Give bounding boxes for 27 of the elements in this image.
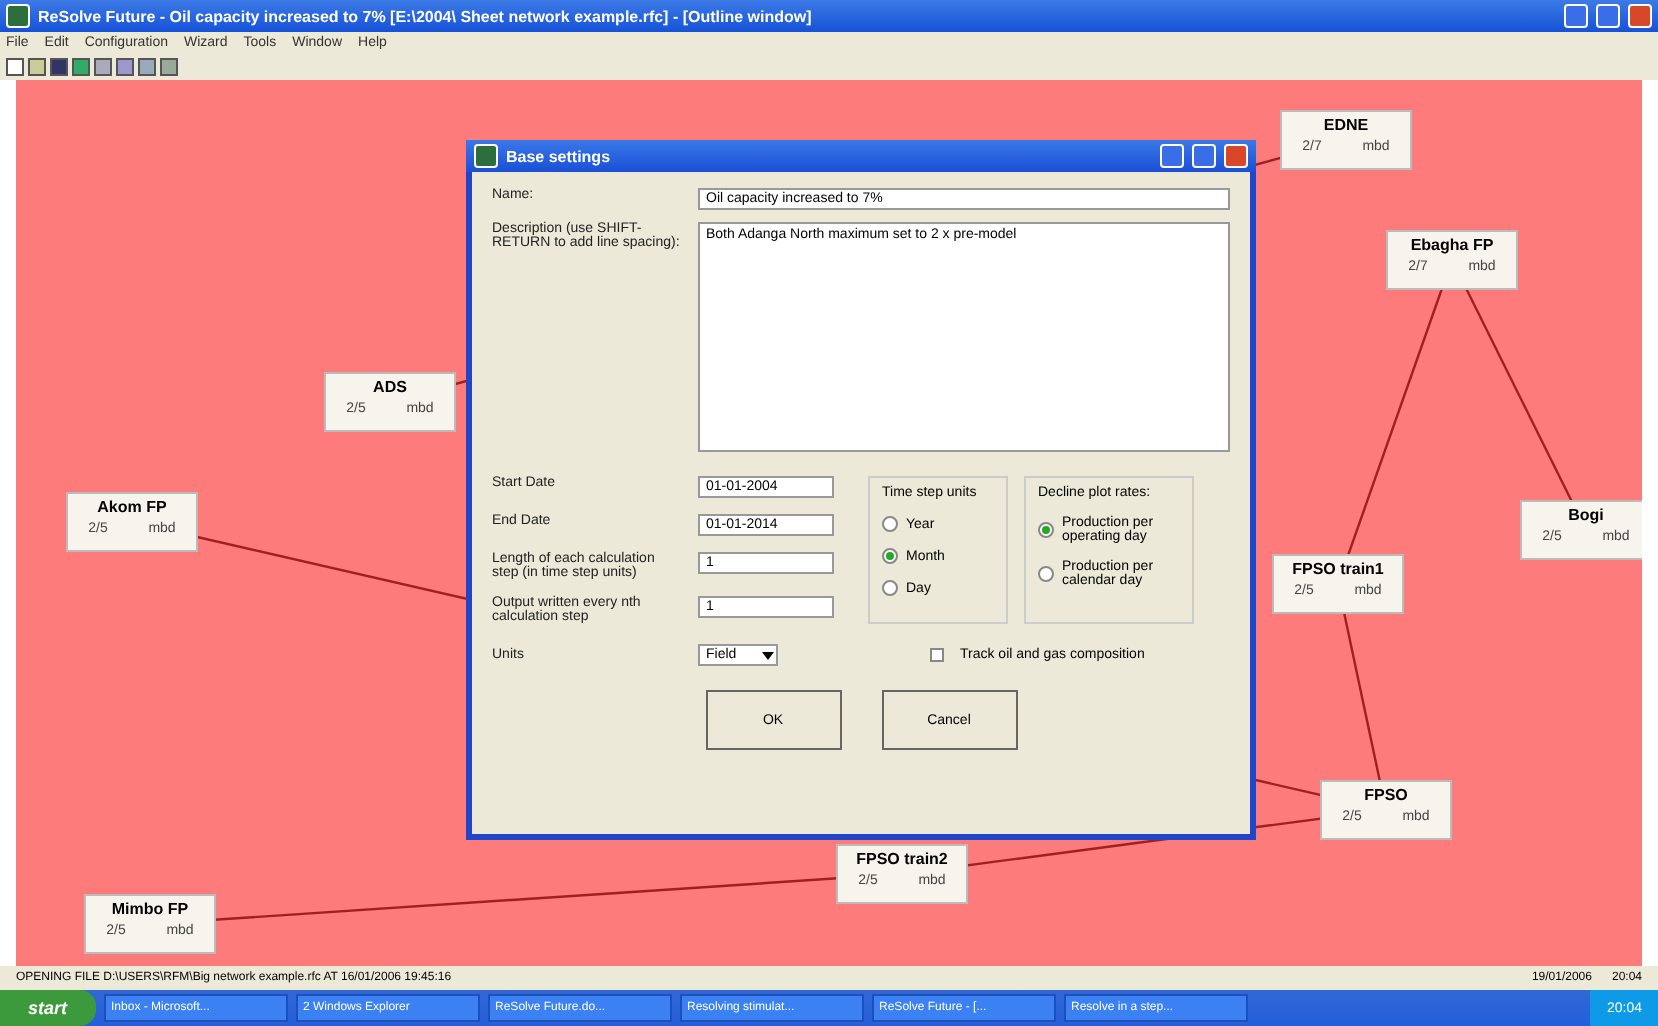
checkbox[interactable] <box>930 648 944 662</box>
node-name: FPSO <box>1364 786 1408 804</box>
maximize-button[interactable] <box>1596 4 1620 28</box>
radio-button[interactable] <box>1038 522 1054 538</box>
radio-button[interactable] <box>882 580 898 596</box>
radio-button[interactable] <box>882 516 898 532</box>
node-name: Bogi <box>1568 506 1604 524</box>
close-button[interactable] <box>1628 4 1652 28</box>
node-name: Akom FP <box>97 498 167 516</box>
radio-button[interactable] <box>1038 566 1054 582</box>
node-name: Ebagha FP <box>1410 236 1494 254</box>
start-button[interactable]: start <box>0 990 96 1026</box>
close-button[interactable] <box>1224 144 1248 168</box>
maximize-button[interactable] <box>1192 144 1216 168</box>
app-icon <box>6 4 30 28</box>
node-name: Mimbo FP <box>111 900 189 918</box>
node-name: ADS <box>373 378 407 396</box>
dropdown-arrow-icon <box>760 646 776 664</box>
window-title: ReSolve Future - Oil capacity increased to 7% [E:\2004\ Sheet network example.rfc] - [Outline window] <box>38 7 814 25</box>
help-button[interactable] <box>1160 144 1184 168</box>
dialog-title: Base settings <box>506 147 613 165</box>
minimize-button[interactable] <box>1564 4 1588 28</box>
radio-button[interactable] <box>882 548 898 564</box>
node-name: FPSO train1 <box>1292 560 1384 578</box>
node-name: FPSO train2 <box>856 850 948 868</box>
app-icon <box>474 144 498 168</box>
node-name: EDNE <box>1323 116 1369 134</box>
